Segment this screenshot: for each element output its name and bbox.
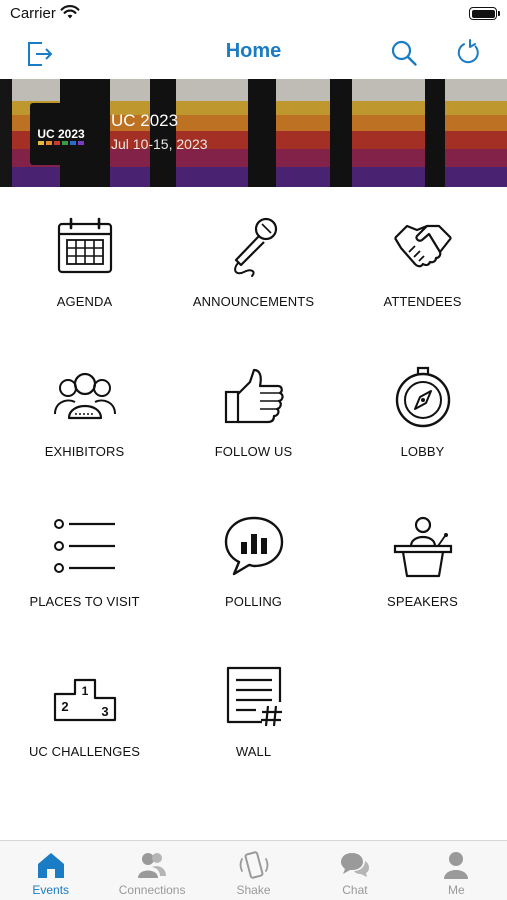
- menu-label: ANNOUNCEMENTS: [192, 294, 315, 309]
- menu-item-polling[interactable]: POLLING: [169, 500, 338, 650]
- chat-bubbles-icon: [340, 853, 369, 877]
- compass-icon: [395, 366, 450, 428]
- menu-item-places-to-visit[interactable]: PLACES TO VISIT: [0, 500, 169, 650]
- menu-item-attendees[interactable]: ATTENDEES: [338, 200, 507, 350]
- phone-shake-icon: [239, 851, 268, 879]
- page-title: Home: [225, 40, 282, 62]
- menu-item-speakers[interactable]: SPEAKERS: [338, 500, 507, 650]
- wifi-icon: [60, 5, 80, 19]
- menu-label: SPEAKERS: [387, 594, 458, 609]
- people-icon: [138, 853, 167, 878]
- svg-text:1: 1: [81, 684, 88, 698]
- microphone-icon: [233, 217, 277, 277]
- refresh-icon: [457, 39, 479, 64]
- menu-label: POLLING: [224, 594, 283, 609]
- menu-item-agenda[interactable]: AGENDA: [0, 200, 169, 350]
- menu-item-wall[interactable]: WALL: [169, 650, 338, 800]
- event-title: UC 2023: [111, 111, 179, 130]
- menu-label: ATTENDEES: [383, 294, 462, 309]
- menu-item-uc-challenges[interactable]: 2 1 3 UC CHALLENGES: [0, 650, 169, 800]
- menu-label: PLACES TO VISIT: [29, 594, 140, 609]
- poll-icon: [224, 516, 283, 576]
- event-logo: UC 2023: [30, 103, 92, 165]
- svg-text:2: 2: [61, 699, 68, 714]
- menu-label: EXHIBITORS: [44, 444, 125, 459]
- thumbs-up-icon: [224, 368, 284, 424]
- menu-label: LOBBY: [400, 444, 445, 459]
- menu-item-lobby[interactable]: LOBBY: [338, 350, 507, 500]
- nav-bar: Home: [0, 28, 507, 78]
- tab-events[interactable]: Events: [0, 841, 101, 900]
- search-icon: [391, 40, 417, 66]
- event-banner[interactable]: UC 2023 UC 2023 Jul 10-15, 2023: [0, 79, 507, 187]
- tab-me[interactable]: Me: [406, 841, 507, 900]
- tab-label: Connections: [118, 883, 186, 897]
- person-icon: [444, 852, 469, 879]
- battery-icon: [469, 7, 500, 20]
- search-button[interactable]: [387, 36, 421, 70]
- menu-label: UC CHALLENGES: [28, 744, 141, 759]
- svg-text:UC 2023: UC 2023: [37, 127, 85, 141]
- group-icon: [53, 372, 116, 420]
- menu-item-announcements[interactable]: ANNOUNCEMENTS: [169, 200, 338, 350]
- menu-item-follow-us[interactable]: FOLLOW US: [169, 350, 338, 500]
- wall-post-icon: [226, 666, 282, 727]
- list-icon: [53, 519, 115, 573]
- menu-label: FOLLOW US: [214, 444, 293, 459]
- tab-chat[interactable]: Chat: [304, 841, 405, 900]
- tab-label: Chat: [342, 883, 368, 897]
- tab-shake[interactable]: Shake: [203, 841, 304, 900]
- tab-label: Me: [447, 883, 465, 897]
- tab-connections[interactable]: Connections: [101, 841, 202, 900]
- tab-label: Shake: [236, 883, 271, 897]
- svg-text:3: 3: [101, 704, 108, 719]
- menu-item-exhibitors[interactable]: EXHIBITORS: [0, 350, 169, 500]
- calendar-icon: [57, 217, 112, 274]
- leaderboard-podium-icon: 2 1 3: [53, 678, 116, 722]
- menu-label: AGENDA: [56, 294, 113, 309]
- tab-label: Events: [32, 883, 70, 897]
- tab-bar: Events Connections Shake Chat Me: [0, 840, 507, 900]
- menu-label: WALL: [235, 744, 272, 759]
- status-bar: Carrier: [0, 0, 507, 28]
- event-dates: Jul 10-15, 2023: [111, 136, 208, 152]
- refresh-button[interactable]: [452, 36, 486, 70]
- home-icon: [37, 853, 64, 878]
- podium-icon: [393, 516, 452, 578]
- handshake-icon: [393, 224, 452, 268]
- carrier-label: Carrier: [10, 5, 56, 22]
